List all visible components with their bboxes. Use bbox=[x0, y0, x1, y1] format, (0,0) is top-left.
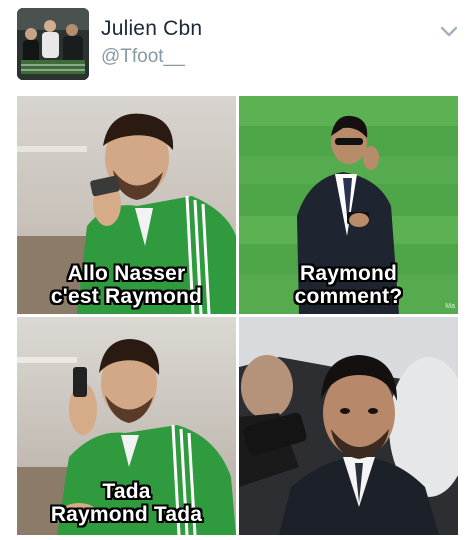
meme-panel-bottom-left: Tada Raymond Tada bbox=[17, 317, 236, 535]
tweet-menu-button[interactable] bbox=[436, 22, 462, 42]
meme-panel-top-right: Raymond comment? Ma bbox=[239, 96, 458, 314]
author-handle[interactable]: @Tfoot__ bbox=[101, 46, 185, 68]
meme-panel-top-left: Allo Nasser c'est Raymond bbox=[17, 96, 236, 314]
caption-line: Allo Nasser bbox=[67, 262, 186, 285]
caption-top-left: Allo Nasser c'est Raymond bbox=[17, 262, 236, 308]
caption-line: Raymond Tada bbox=[50, 503, 203, 526]
caption-line: Tada bbox=[102, 480, 151, 503]
author-display-name[interactable]: Julien Cbn bbox=[101, 17, 202, 41]
watermark: Ma bbox=[445, 303, 455, 310]
caption-line: Raymond bbox=[299, 262, 398, 285]
avatar[interactable] bbox=[17, 8, 89, 80]
tweet-header: Julien Cbn @Tfoot__ bbox=[0, 0, 476, 96]
caption-bottom-left: Tada Raymond Tada bbox=[17, 480, 236, 526]
caption-line: comment? bbox=[294, 285, 403, 308]
chevron-down-icon bbox=[440, 26, 458, 37]
caption-top-right: Raymond comment? bbox=[239, 262, 458, 308]
meme-panel-bottom-right bbox=[239, 317, 458, 535]
meme-image[interactable]: Allo Nasser c'est Raymond Raymond commen… bbox=[17, 96, 459, 536]
caption-line: c'est Raymond bbox=[50, 285, 203, 308]
